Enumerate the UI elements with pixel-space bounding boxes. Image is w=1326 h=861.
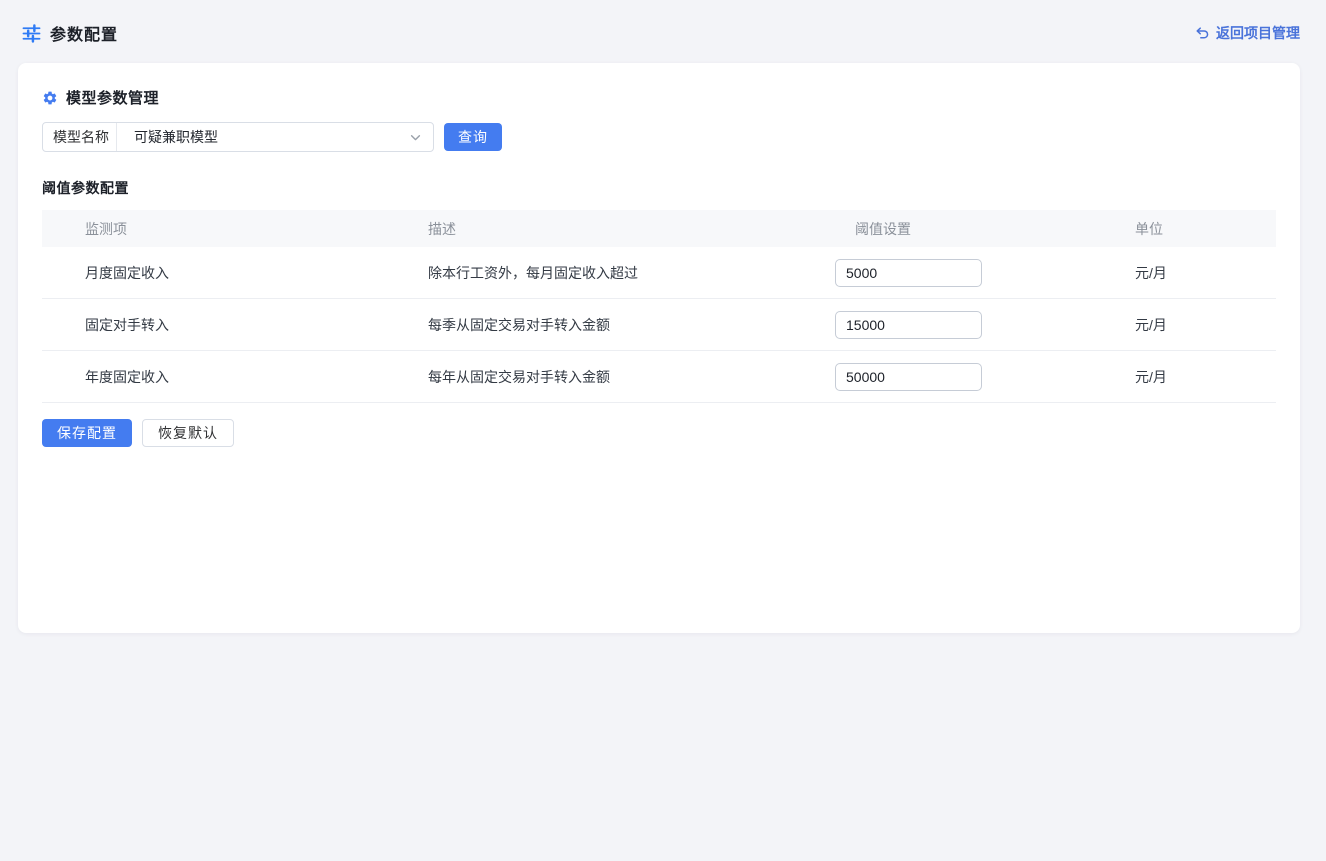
monitor-unit: 元/月: [1135, 367, 1276, 387]
threshold-input[interactable]: [835, 259, 982, 287]
model-name-label: 模型名称: [43, 127, 116, 147]
monitor-desc: 每年从固定交易对手转入金额: [428, 367, 835, 387]
section-title: 模型参数管理: [66, 87, 159, 108]
column-header-threshold: 阈值设置: [835, 219, 1135, 239]
monitor-item: 年度固定收入: [42, 367, 428, 387]
sliders-icon: [22, 24, 41, 43]
monitor-unit: 元/月: [1135, 315, 1276, 335]
table-row: 月度固定收入 除本行工资外，每月固定收入超过 元/月: [42, 247, 1276, 299]
save-config-button[interactable]: 保存配置: [42, 419, 132, 447]
monitor-desc: 每季从固定交易对手转入金额: [428, 315, 835, 335]
table-row: 年度固定收入 每年从固定交易对手转入金额 元/月: [42, 351, 1276, 403]
monitor-item: 月度固定收入: [42, 263, 428, 283]
threshold-table: 监测项 描述 阈值设置 单位 月度固定收入 除本行工资外，每月固定收入超过 元/…: [42, 210, 1276, 403]
threshold-input[interactable]: [835, 363, 982, 391]
page-title-wrap: 参数配置: [22, 21, 118, 45]
query-form-row: 模型名称 可疑兼职模型 查询: [42, 122, 1276, 152]
chevron-down-icon: [409, 131, 422, 144]
gear-icon: [42, 90, 58, 106]
model-name-value: 可疑兼职模型: [117, 127, 409, 147]
page-header: 参数配置 返回项目管理: [0, 0, 1326, 63]
back-to-projects-link[interactable]: 返回项目管理: [1195, 23, 1300, 43]
parameter-card: 模型参数管理 模型名称 可疑兼职模型 查询 阈值参数配置 监测项 描述 阈值设置…: [18, 63, 1300, 633]
monitor-item: 固定对手转入: [42, 315, 428, 335]
page-title: 参数配置: [50, 21, 118, 45]
monitor-desc: 除本行工资外，每月固定收入超过: [428, 263, 835, 283]
model-name-select[interactable]: 模型名称 可疑兼职模型: [42, 122, 434, 152]
threshold-input[interactable]: [835, 311, 982, 339]
threshold-section-title: 阈值参数配置: [42, 178, 1276, 198]
undo-icon: [1195, 26, 1210, 41]
section-title-row: 模型参数管理: [42, 87, 1276, 108]
table-row: 固定对手转入 每季从固定交易对手转入金额 元/月: [42, 299, 1276, 351]
action-buttons-row: 保存配置 恢复默认: [42, 419, 1276, 447]
column-header-unit: 单位: [1135, 219, 1276, 239]
table-header-row: 监测项 描述 阈值设置 单位: [42, 210, 1276, 247]
restore-default-button[interactable]: 恢复默认: [142, 419, 234, 447]
column-header-item: 监测项: [42, 219, 428, 239]
monitor-unit: 元/月: [1135, 263, 1276, 283]
query-button[interactable]: 查询: [444, 123, 502, 151]
back-link-label: 返回项目管理: [1216, 23, 1300, 43]
column-header-desc: 描述: [428, 219, 835, 239]
